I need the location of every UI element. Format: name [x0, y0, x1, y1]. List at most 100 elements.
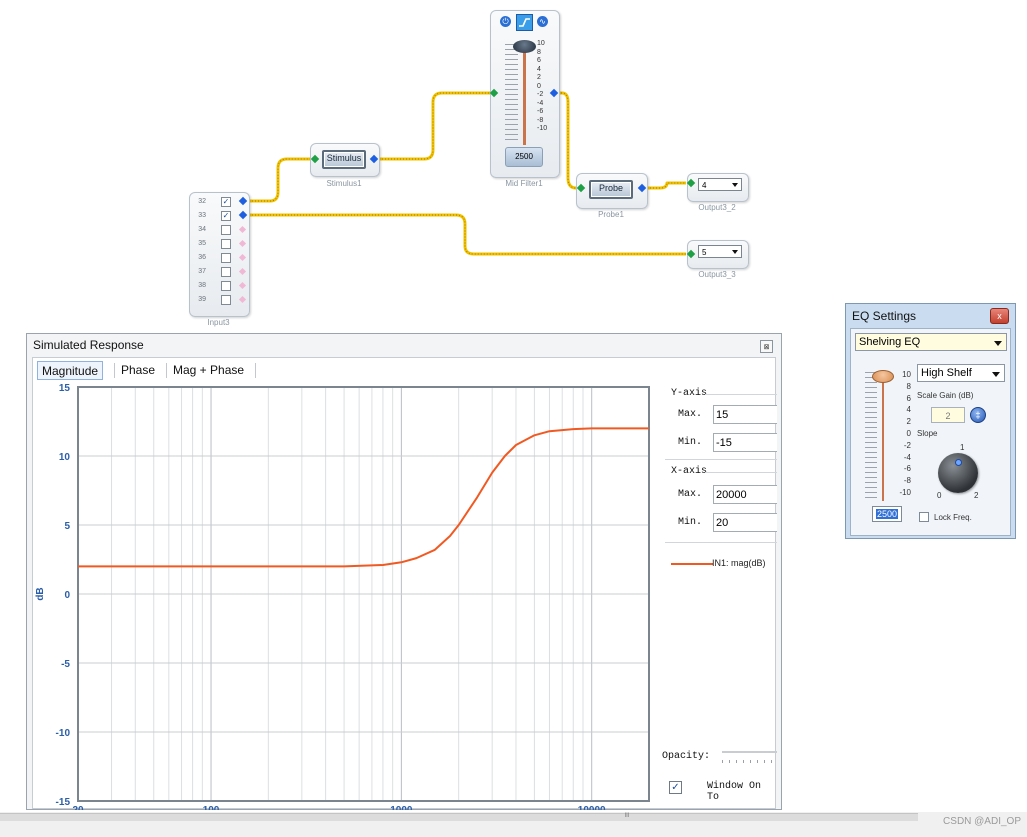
x-max-label: Max.: [678, 489, 703, 500]
knob-indicator-dot: [955, 459, 962, 466]
scrollbar-grip[interactable]: III: [612, 813, 642, 820]
knob-min-label: 0: [937, 491, 942, 500]
y-tick-label: 10: [59, 452, 71, 463]
probe-button[interactable]: Probe: [589, 180, 633, 199]
x-max-field[interactable]: 20000: [713, 485, 777, 504]
x-min-field[interactable]: 20: [713, 513, 777, 532]
input-row-checkbox[interactable]: ✓: [221, 197, 231, 207]
knob-mid-label: 1: [960, 443, 965, 452]
slope-knob[interactable]: [938, 453, 978, 493]
eq-settings-window: EQ Settings x Shelving EQ 10 8 6 4 2 0 -2 -4 -6-…: [845, 303, 1016, 539]
gain-fader-track: [882, 373, 884, 501]
horizontal-scrollbar[interactable]: [0, 813, 918, 821]
window-on-top-checkbox[interactable]: ✓: [669, 781, 682, 794]
output2-caption: Output3_2: [698, 203, 736, 212]
shelf-type-select[interactable]: High Shelf: [917, 364, 1005, 382]
input-row-checkbox[interactable]: [221, 253, 231, 263]
opacity-label: Opacity:: [662, 751, 711, 762]
y-max-field[interactable]: 15: [713, 405, 777, 424]
close-icon[interactable]: ⊠: [760, 340, 773, 353]
simulated-response-window: Simulated Response ⊠ Magnitude Phase Mag…: [26, 333, 782, 810]
watermark: CSDN @ADI_OP: [943, 816, 1021, 827]
output2-block[interactable]: 4: [687, 173, 749, 202]
fader-knob[interactable]: [513, 40, 536, 53]
input-row-label: 35: [198, 240, 206, 247]
magnitude-chart[interactable]: 151050-5-10-1520100100010000HzdB: [33, 382, 660, 810]
tab-phase[interactable]: Phase: [117, 361, 159, 380]
fader-scale: 10 8 6 4 2 0 -2 -4 -6 -8 -10: [537, 40, 548, 132]
stimulus-button[interactable]: Stimulus: [322, 150, 366, 169]
legend-swatch: [671, 563, 713, 565]
input-row-label: 37: [198, 268, 206, 275]
power-icon[interactable]: ⏻: [500, 16, 511, 27]
y-tick-label: -5: [61, 659, 70, 670]
input-row-label: 38: [198, 282, 206, 289]
output3-block[interactable]: 5: [687, 240, 749, 269]
input-row-label: 33: [198, 212, 206, 219]
input-row-label: 34: [198, 226, 206, 233]
input-row-checkbox[interactable]: [221, 239, 231, 249]
y-tick-label: 5: [64, 521, 70, 532]
mid-filter-block[interactable]: ⏻ ∿ 10 8 6 4 2 0 -2 -4 -6 -8 -10 2500: [490, 10, 560, 178]
waveform-icon[interactable]: ∿: [537, 16, 548, 27]
gain-fader-scale: 10 8 6 4 2 0 -2 -4 -6 -8 -10: [899, 370, 911, 497]
filter-type-icon[interactable]: [516, 14, 533, 31]
input-row-checkbox[interactable]: [221, 267, 231, 277]
input-row-checkbox[interactable]: ✓: [221, 211, 231, 221]
eq-settings-panel: Shelving EQ 1086420-2-4-6-8-10 2500 2500…: [850, 328, 1011, 536]
y-min-label: Min.: [678, 437, 703, 448]
y-tick-label: -15: [56, 797, 71, 808]
eq-window-title: EQ Settings: [852, 309, 917, 323]
x-axis-group-title: X-axis: [671, 466, 708, 477]
probe-caption: Probe1: [598, 210, 624, 219]
gain-fader-knob[interactable]: [872, 370, 894, 383]
input-row-label: 36: [198, 254, 206, 261]
wire-probe-output2: [644, 181, 686, 190]
output2-select[interactable]: 4: [698, 178, 742, 191]
x-tick-label: 20: [72, 805, 84, 810]
stimulus-caption: Stimulus1: [326, 179, 362, 188]
y-tick-label: 15: [59, 383, 71, 394]
window-title: Simulated Response: [33, 338, 144, 352]
y-min-field[interactable]: -15: [713, 433, 777, 452]
lock-freq-checkbox[interactable]: [919, 512, 929, 522]
x-min-label: Min.: [678, 517, 703, 528]
close-icon[interactable]: x: [990, 308, 1009, 324]
knob-max-label: 2: [974, 491, 979, 500]
y-tick-label: 0: [64, 590, 70, 601]
chevron-down-icon: [992, 372, 1000, 377]
slope-label: Slope: [917, 429, 938, 438]
x-tick-label: 10000: [578, 805, 606, 810]
scale-gain-label: Scale Gain (dB): [917, 391, 974, 400]
tab-mag-phase[interactable]: Mag + Phase: [169, 361, 248, 380]
input-row-label: 39: [198, 296, 206, 303]
y-axis-group-title: Y-axis: [671, 388, 708, 399]
chevron-down-icon: [732, 183, 738, 187]
output3-select[interactable]: 5: [698, 245, 742, 258]
tab-magnitude[interactable]: Magnitude: [37, 361, 104, 380]
chevron-down-icon: [732, 250, 738, 254]
input-row-checkbox[interactable]: [221, 281, 231, 291]
link-icon[interactable]: ‡: [970, 407, 986, 423]
chevron-down-icon: [994, 341, 1002, 346]
stimulus-block[interactable]: Stimulus: [310, 143, 380, 177]
input-row-checkbox[interactable]: [221, 225, 231, 235]
wire-stimulus-filter: [376, 91, 493, 161]
wire-input32-stimulus: [246, 157, 312, 203]
frequency-value[interactable]: 2500: [505, 147, 543, 167]
scale-gain-field[interactable]: 2: [931, 407, 965, 423]
x-tick-label: 100: [203, 805, 220, 810]
fader-ticks: [505, 44, 518, 144]
eq-type-select[interactable]: Shelving EQ: [855, 333, 1007, 351]
y-tick-label: -10: [56, 728, 71, 739]
gain-fader-ticks: [865, 372, 877, 498]
y-axis-label: dB: [35, 587, 46, 600]
input-row-label: 32: [198, 198, 206, 205]
probe-block[interactable]: Probe: [576, 173, 648, 209]
wire-input33-output3: [246, 213, 686, 256]
response-panel: Magnitude Phase Mag + Phase 15 10 5 0 -5 -10 -…: [32, 357, 777, 810]
x-tick-label: 1000: [390, 805, 413, 810]
input-row-checkbox[interactable]: [221, 295, 231, 305]
output3-caption: Output3_3: [698, 270, 736, 279]
opacity-slider[interactable]: [722, 748, 777, 766]
